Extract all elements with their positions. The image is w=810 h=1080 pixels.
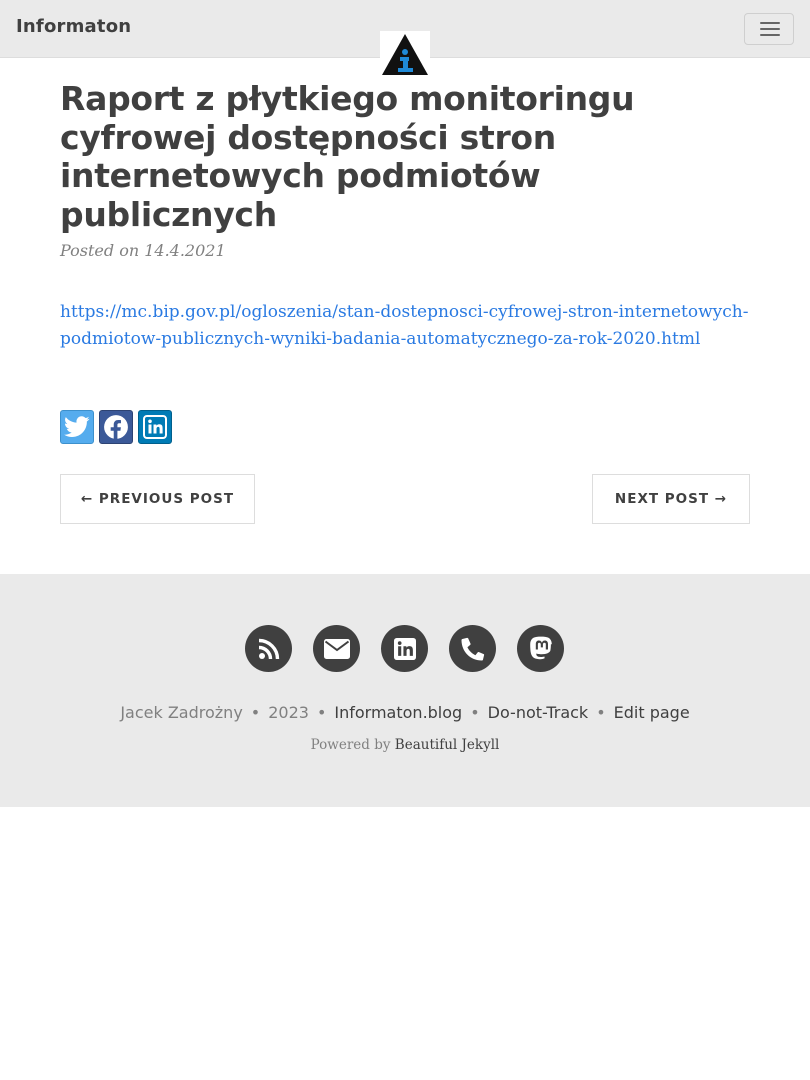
info-triangle-logo-icon[interactable] [380,31,430,77]
footer-credits: Jacek Zadrożny • 2023 • Informaton.blog • Do-n… [0,703,810,722]
footer-separator: • [250,703,261,722]
footer-year: 2023 [268,703,309,722]
footer-phone-link[interactable] [449,625,496,672]
post-date: Posted on 14.4.2021 [60,241,226,260]
share-facebook-button[interactable] [99,410,133,444]
footer-powered-by: Powered by Beautiful Jekyll [0,737,810,753]
site-brand-link[interactable]: Informaton [16,16,131,37]
page-footer: Jacek Zadrożny • 2023 • Informaton.blog • Do-n… [0,574,810,807]
post-title: Raport z płytkiego monitoringu cyfrowej … [60,79,635,234]
facebook-icon [104,415,128,440]
footer-author: Jacek Zadrożny [120,703,243,722]
footer-separator: • [470,703,480,722]
footer-mastodon-link[interactable] [517,625,564,672]
share-twitter-button[interactable] [60,410,94,444]
footer-dnt-link[interactable]: Do-not-Track [488,703,589,722]
share-linkedin-button[interactable] [138,410,172,444]
hamburger-line [760,22,780,24]
footer-edit-page-link[interactable]: Edit page [614,703,690,722]
footer-separator: • [596,703,606,722]
mastodon-icon [529,636,552,660]
powered-by-label: Powered by [310,737,391,753]
footer-rss-link[interactable] [245,625,292,672]
rss-icon [258,638,279,659]
footer-separator: • [316,703,327,722]
linkedin-icon [393,637,416,660]
envelope-icon [323,638,350,659]
footer-social-links [245,625,564,672]
previous-post-button[interactable]: ← PREVIOUS POST [60,474,255,524]
linkedin-icon [143,415,167,439]
phone-icon [461,637,484,660]
hamburger-menu-icon[interactable] [744,13,794,45]
twitter-icon [64,416,90,437]
share-buttons [60,410,172,444]
post-body-link[interactable]: https://mc.bip.gov.pl/ogloszenia/stan-do… [60,299,750,353]
post-header: Raport z płytkiego monitoringu cyfrowej … [60,79,750,260]
footer-linkedin-link[interactable] [381,625,428,672]
theme-link[interactable]: Beautiful Jekyll [395,737,500,753]
hamburger-line [760,28,780,30]
footer-site-link[interactable]: Informaton.blog [334,703,462,722]
hamburger-line [760,34,780,36]
footer-email-link[interactable] [313,625,360,672]
next-post-button[interactable]: NEXT POST → [592,474,750,524]
